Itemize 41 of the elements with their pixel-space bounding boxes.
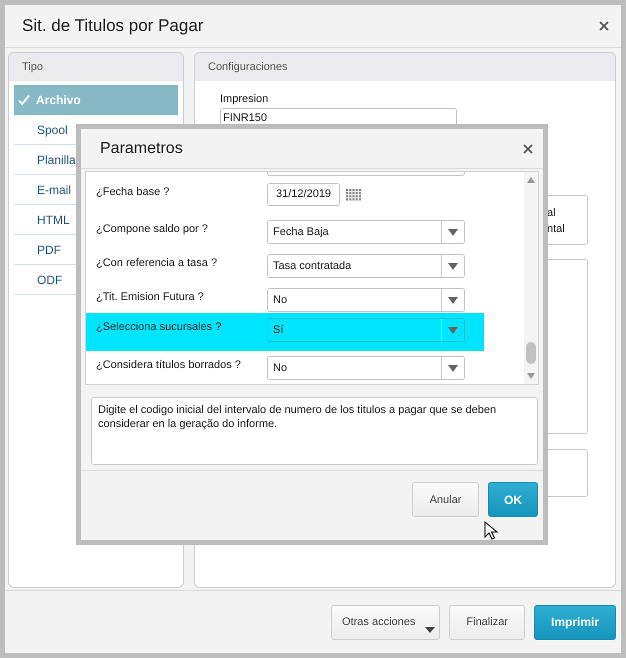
select-field[interactable]: Sí	[267, 318, 465, 342]
scrollbar[interactable]	[524, 172, 538, 384]
select-field[interactable]: Fecha Baja	[267, 220, 465, 244]
window-title: Sit. de Titulos por Pagar	[22, 16, 204, 36]
parameter-label: ¿Tit. Emision Futura ?	[96, 290, 205, 303]
field-label: Impresion	[220, 93, 270, 105]
parameter-label: ¿Considera títulos borrados ?	[96, 358, 242, 371]
panel-title: Tipo	[22, 61, 43, 73]
parameter-row[interactable]: ¿Considera títulos borrados ? No	[86, 349, 484, 383]
highlighted-row[interactable]: ¿Selecciona sucursales ? Sí	[86, 313, 484, 351]
caret-icon	[448, 296, 458, 304]
parameter-label: ¿Fecha base ?	[96, 185, 170, 198]
text-field[interactable]	[267, 172, 465, 176]
select-field[interactable]: No	[267, 288, 465, 312]
check-icon	[18, 94, 30, 106]
scroll-thumb[interactable]	[526, 342, 536, 364]
action-button[interactable]: Finalizar	[449, 604, 525, 640]
close-icon[interactable]	[599, 21, 609, 31]
scroll-up-icon[interactable]	[527, 177, 535, 183]
caret-icon	[448, 262, 458, 270]
parameter-row[interactable]: ¿Tit. Emision Futura ? No	[86, 281, 484, 315]
caret-icon	[448, 326, 458, 334]
action-button[interactable]: Anular	[412, 482, 479, 517]
description-box: Digite el codigo inicial del intervalo de numero de los titulos a pagar que se deben considerar en la geração do informe.	[91, 397, 538, 465]
select-field[interactable]: Tasa contratada	[267, 254, 465, 278]
dialog-title: Parametros	[100, 140, 183, 158]
parameter-label: ¿Selecciona sucursales ?	[96, 320, 222, 333]
parameter-row[interactable]: ¿Con referencia a tasa ? Tasa contratada	[86, 247, 484, 281]
close-icon[interactable]	[523, 144, 533, 154]
pointer-icon	[484, 521, 498, 541]
panel-title: Configuraciones	[208, 61, 288, 73]
caret-icon	[425, 626, 436, 632]
parameter-label: ¿Compone saldo por ?	[96, 222, 209, 235]
parameter-label: ¿Con referencia a tasa ?	[96, 256, 218, 269]
caret-icon	[448, 228, 458, 236]
scroll-down-icon[interactable]	[527, 373, 535, 379]
select-field[interactable]: No	[267, 356, 465, 380]
date-field[interactable]: 31/12/2019	[267, 183, 340, 206]
dropdown-button[interactable]: Otras acciones	[331, 604, 440, 640]
caret-icon	[448, 364, 458, 372]
calendar-icon[interactable]	[346, 188, 362, 200]
